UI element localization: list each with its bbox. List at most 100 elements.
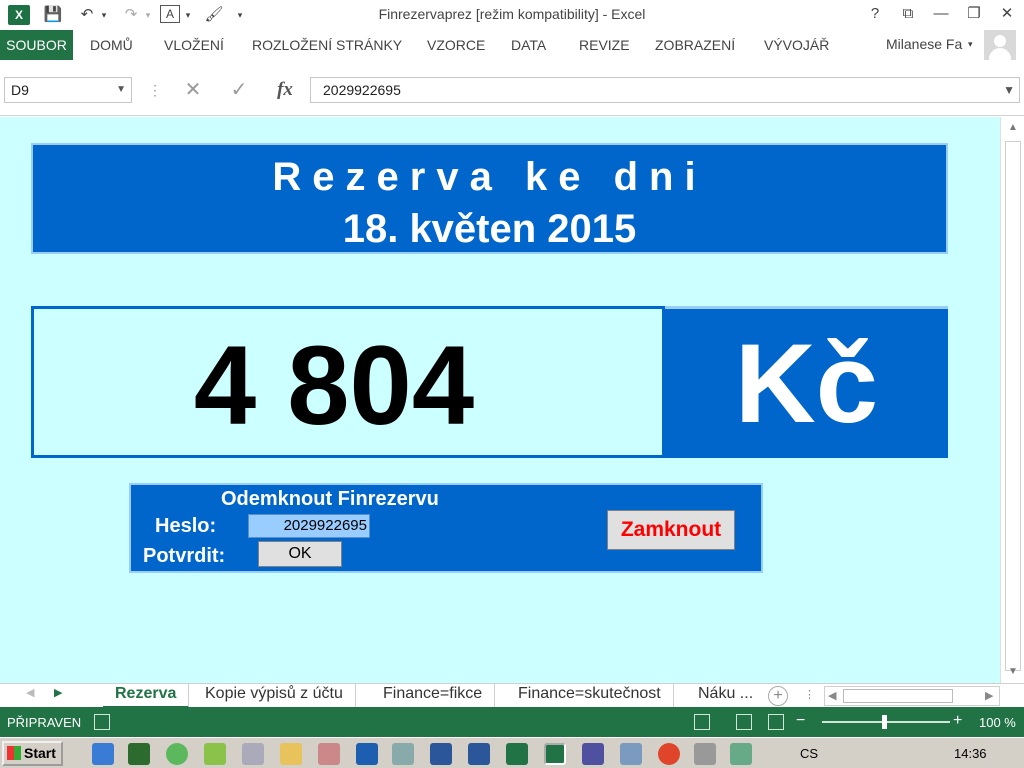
avatar-body-icon — [989, 48, 1011, 60]
app-icon[interactable] — [204, 743, 226, 765]
currency-cell[interactable]: Kč — [665, 306, 948, 458]
ie-icon[interactable] — [92, 743, 114, 765]
close-icon[interactable]: ✕ — [992, 2, 1022, 26]
language-indicator[interactable]: CS — [800, 746, 818, 761]
title-banner: Rezerva ke dni 18. květen 2015 — [31, 143, 948, 254]
page-layout-view-icon[interactable] — [736, 714, 752, 730]
title-bar: X 💾 ↶ ▾ ↷ ▾ A ▾ 🖌 ▾ Finrezervaprez [reži… — [0, 0, 1024, 30]
banner-date: 18. květen 2015 — [342, 207, 637, 251]
start-button[interactable]: Start — [2, 741, 63, 766]
scrollbar-thumb[interactable] — [1005, 141, 1021, 671]
windows-logo-icon — [7, 746, 21, 760]
vertical-scrollbar[interactable]: ▲ ▼ — [1000, 117, 1024, 683]
help-icon[interactable]: ? — [860, 2, 890, 26]
worksheet[interactable]: Rezerva ke dni 18. květen 2015 4 804 Kč … — [0, 117, 1000, 683]
tool-icon[interactable] — [242, 743, 264, 765]
normal-view-icon[interactable] — [694, 714, 710, 730]
ribbon-tabs: SOUBOR DOMŮ VLOŽENÍ ROZLOŽENÍ STRÁNKY VZ… — [0, 30, 1024, 60]
currency-label: Kč — [734, 321, 879, 446]
account-name[interactable]: Milanese Fa — [886, 36, 962, 52]
page-break-view-icon[interactable] — [768, 714, 784, 730]
sheet-tab-finance-fiction[interactable]: Finance=fikce — [371, 684, 496, 708]
cancel-icon[interactable]: ✕ — [178, 77, 208, 103]
save-app-icon[interactable] — [582, 743, 604, 765]
zoom-out-icon[interactable]: − — [796, 712, 805, 730]
scroll-down-icon[interactable]: ▼ — [1001, 663, 1024, 681]
macro-record-icon[interactable] — [94, 714, 110, 730]
status-bar: PŘIPRAVEN − + 100 % — [0, 707, 1024, 737]
ribbon-display-icon[interactable]: ⧉ — [893, 2, 923, 26]
formula-value: 2029922695 — [323, 82, 401, 98]
desktop-icon[interactable] — [128, 743, 150, 765]
clock[interactable]: 14:36 — [954, 746, 987, 761]
hscrollbar-thumb[interactable] — [843, 689, 953, 703]
unlock-panel: Odemknout Finrezervu Heslo: 2029922695 P… — [129, 483, 763, 573]
minimize-icon[interactable]: — — [926, 2, 956, 26]
printer-icon[interactable] — [620, 743, 642, 765]
name-box[interactable]: D9 ▼ — [4, 77, 132, 103]
insert-function-icon[interactable]: fx — [268, 77, 302, 103]
confirm-label: Potvrdit: — [143, 545, 226, 567]
scroll-left-icon[interactable]: ◀ — [828, 689, 836, 702]
word-2-icon[interactable] — [468, 743, 490, 765]
zoom-slider-thumb[interactable] — [882, 715, 887, 729]
tab-view[interactable]: ZOBRAZENÍ — [655, 30, 735, 60]
ok-button[interactable]: OK — [258, 541, 342, 567]
app-2-icon[interactable] — [730, 743, 752, 765]
tab-file[interactable]: SOUBOR — [0, 30, 73, 60]
start-label: Start — [24, 745, 56, 761]
outlook-icon[interactable] — [356, 743, 378, 765]
formula-bar: D9 ▼ ⋮ ✕ ✓ fx 2029922695 ▼ — [0, 60, 1024, 116]
tab-page-layout[interactable]: ROZLOŽENÍ STRÁNKY — [252, 30, 402, 60]
icq-icon[interactable] — [166, 743, 188, 765]
formula-input[interactable]: 2029922695 ▼ — [310, 77, 1020, 103]
chevron-down-icon[interactable]: ▼ — [116, 78, 126, 102]
banner-title: Rezerva ke dni — [272, 155, 707, 199]
account-dropdown-icon[interactable]: ▾ — [968, 39, 973, 50]
sheet-tab-purchases[interactable]: Náku ... — [686, 684, 765, 708]
name-box-value: D9 — [11, 82, 29, 98]
status-ready: PŘIPRAVEN — [7, 715, 82, 730]
sheet-tab-finance-reality[interactable]: Finance=skutečnost — [506, 684, 674, 708]
tab-insert[interactable]: VLOŽENÍ — [164, 30, 224, 60]
network-icon[interactable] — [392, 743, 414, 765]
sheet-tabs-bar: ◀ ▶ Rezerva Kopie výpisů z účtu Finance=… — [0, 683, 1024, 708]
horizontal-scrollbar[interactable]: ◀ ▶ — [824, 686, 1000, 706]
word-icon[interactable] — [430, 743, 452, 765]
chrome-icon[interactable] — [658, 743, 680, 765]
password-input[interactable]: 2029922695 — [248, 514, 370, 538]
password-label: Heslo: — [155, 515, 217, 537]
add-sheet-icon[interactable]: + — [768, 686, 788, 706]
avatar-head-icon — [994, 35, 1006, 47]
next-sheet-icon[interactable]: ▶ — [54, 686, 62, 699]
media-icon[interactable] — [318, 743, 340, 765]
tab-home[interactable]: DOMŮ — [90, 30, 133, 60]
restore-icon[interactable]: ❐ — [959, 2, 989, 26]
more-icon: ⋮ — [148, 82, 162, 98]
excel-icon[interactable] — [506, 743, 528, 765]
tab-developer[interactable]: VÝVOJÁŘ — [764, 30, 829, 60]
scroll-up-icon[interactable]: ▲ — [1001, 119, 1024, 137]
enter-icon[interactable]: ✓ — [224, 77, 254, 103]
utility-icon[interactable] — [694, 743, 716, 765]
folder-icon[interactable] — [280, 743, 302, 765]
expand-formula-icon[interactable]: ▼ — [1003, 78, 1015, 102]
tab-review[interactable]: REVIZE — [579, 30, 630, 60]
excel-active-icon[interactable] — [544, 743, 566, 765]
zoom-level[interactable]: 100 % — [979, 715, 1016, 730]
panel-title: Odemknout Finrezervu — [221, 488, 439, 510]
zoom-in-icon[interactable]: + — [953, 712, 962, 730]
amount-cell[interactable]: 4 804 — [31, 306, 665, 458]
tab-split-handle[interactable]: ⋮ — [804, 688, 815, 701]
scroll-right-icon[interactable]: ▶ — [985, 689, 993, 702]
avatar[interactable] — [984, 30, 1016, 60]
lock-button[interactable]: Zamknout — [607, 510, 735, 550]
prev-sheet-icon[interactable]: ◀ — [26, 686, 34, 699]
sheet-tab-rezerva[interactable]: Rezerva — [103, 684, 190, 708]
tab-data[interactable]: DATA — [511, 30, 546, 60]
sheet-tab-statements[interactable]: Kopie výpisů z účtu — [193, 684, 356, 708]
tab-formulas[interactable]: VZORCE — [427, 30, 485, 60]
reserve-amount: 4 804 — [193, 323, 475, 448]
excel-window: X 💾 ↶ ▾ ↷ ▾ A ▾ 🖌 ▾ Finrezervaprez [reži… — [0, 0, 1024, 768]
taskbar: Start CS 14:36 — [0, 737, 1024, 768]
